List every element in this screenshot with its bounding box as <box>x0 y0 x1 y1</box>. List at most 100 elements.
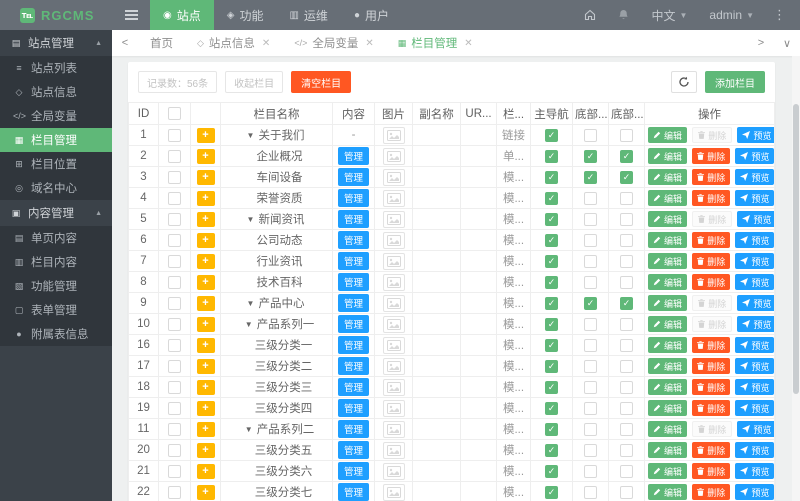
image-placeholder-icon[interactable] <box>382 420 405 438</box>
footer-nav-checkbox-2[interactable] <box>620 443 633 457</box>
sidebar-group-title[interactable]: ▣ 内容管理 ▲ <box>0 200 112 226</box>
preview-button[interactable]: 预览 <box>737 316 774 332</box>
add-child-button[interactable]: + <box>196 358 215 374</box>
tab[interactable]: ◇ 站点信息 ✕ <box>185 30 282 56</box>
manage-content-button[interactable]: 管理 <box>337 357 369 375</box>
row-checkbox[interactable] <box>168 296 181 310</box>
sidebar-item[interactable]: ▢ 表单管理 <box>0 298 112 322</box>
sidebar-item[interactable]: ▧ 功能管理 <box>0 274 112 298</box>
footer-nav-checkbox-2[interactable] <box>620 401 633 415</box>
language-switcher[interactable]: 中文 ▼ <box>640 0 698 30</box>
main-nav-checkbox[interactable] <box>545 212 558 226</box>
clear-columns-button[interactable]: 清空栏目 <box>291 71 352 93</box>
manage-content-button[interactable]: 管理 <box>337 210 369 228</box>
manage-content-button[interactable]: 管理 <box>337 294 369 312</box>
row-checkbox[interactable] <box>168 149 181 163</box>
row-checkbox[interactable] <box>168 317 181 331</box>
footer-nav-checkbox-2[interactable] <box>620 359 633 373</box>
tab-close-icon[interactable]: ✕ <box>464 38 472 49</box>
image-placeholder-icon[interactable] <box>382 336 405 354</box>
main-nav-checkbox[interactable] <box>545 317 558 331</box>
image-placeholder-icon[interactable] <box>382 399 405 417</box>
main-nav-checkbox[interactable] <box>545 485 558 499</box>
image-placeholder-icon[interactable] <box>382 168 405 186</box>
delete-button[interactable]: 删除 <box>692 484 731 500</box>
manage-content-button[interactable]: 管理 <box>337 483 369 501</box>
row-checkbox[interactable] <box>168 212 181 226</box>
select-all-checkbox[interactable] <box>168 107 181 120</box>
tabs-scroll-left-icon[interactable]: < <box>112 30 138 56</box>
add-child-button[interactable]: + <box>196 127 215 143</box>
add-child-button[interactable]: + <box>196 379 215 395</box>
image-placeholder-icon[interactable] <box>382 441 405 459</box>
delete-button[interactable]: 删除 <box>692 148 731 164</box>
sidebar-item[interactable]: ▦ 栏目管理 <box>0 128 112 152</box>
manage-content-button[interactable]: 管理 <box>337 336 369 354</box>
main-nav-checkbox[interactable] <box>545 296 558 310</box>
edit-button[interactable]: 编辑 <box>648 127 688 143</box>
image-placeholder-icon[interactable] <box>382 147 405 165</box>
main-nav-checkbox[interactable] <box>545 170 558 184</box>
row-checkbox[interactable] <box>168 359 181 373</box>
sidebar-group-title[interactable]: ▤ 站点管理 ▲ <box>0 30 112 56</box>
image-placeholder-icon[interactable] <box>382 231 405 249</box>
main-nav-checkbox[interactable] <box>545 338 558 352</box>
preview-button[interactable]: 预览 <box>735 190 774 206</box>
more-options-icon[interactable]: ⋮ <box>765 7 794 23</box>
row-checkbox[interactable] <box>168 128 181 142</box>
footer-nav-checkbox-1[interactable] <box>584 191 597 205</box>
edit-button[interactable]: 编辑 <box>648 148 688 164</box>
manage-content-button[interactable]: 管理 <box>337 189 369 207</box>
edit-button[interactable]: 编辑 <box>648 295 688 311</box>
main-nav-checkbox[interactable] <box>545 149 558 163</box>
image-placeholder-icon[interactable] <box>382 462 405 480</box>
add-child-button[interactable]: + <box>196 316 215 332</box>
footer-nav-checkbox-1[interactable] <box>584 128 597 142</box>
main-nav-checkbox[interactable] <box>545 191 558 205</box>
notification-bell-icon[interactable] <box>607 0 640 30</box>
row-checkbox[interactable] <box>168 254 181 268</box>
footer-nav-checkbox-2[interactable] <box>620 128 633 142</box>
manage-content-button[interactable]: 管理 <box>337 441 369 459</box>
collapse-columns-button[interactable]: 收起栏目 <box>225 71 284 93</box>
row-checkbox[interactable] <box>168 233 181 247</box>
preview-button[interactable]: 预览 <box>737 295 774 311</box>
add-child-button[interactable]: + <box>196 190 215 206</box>
manage-content-button[interactable]: 管理 <box>337 252 369 270</box>
sidebar-item[interactable]: ◇ 站点信息 <box>0 80 112 104</box>
footer-nav-checkbox-1[interactable] <box>584 422 597 436</box>
sidebar-item[interactable]: ≡ 站点列表 <box>0 56 112 80</box>
image-placeholder-icon[interactable] <box>382 357 405 375</box>
preview-button[interactable]: 预览 <box>735 379 774 395</box>
image-placeholder-icon[interactable] <box>382 273 405 291</box>
row-checkbox[interactable] <box>168 338 181 352</box>
edit-button[interactable]: 编辑 <box>648 232 688 248</box>
delete-button[interactable]: 删除 <box>692 190 731 206</box>
row-checkbox[interactable] <box>168 380 181 394</box>
edit-button[interactable]: 编辑 <box>648 274 688 290</box>
main-nav-checkbox[interactable] <box>545 275 558 289</box>
footer-nav-checkbox-1[interactable] <box>584 275 597 289</box>
preview-button[interactable]: 预览 <box>735 484 774 500</box>
tab-close-icon[interactable]: ✕ <box>365 38 373 49</box>
manage-content-button[interactable]: 管理 <box>337 168 369 186</box>
image-placeholder-icon[interactable] <box>382 294 405 312</box>
add-child-button[interactable]: + <box>196 295 215 311</box>
main-nav-checkbox[interactable] <box>545 380 558 394</box>
collapse-caret-icon[interactable]: ▼ <box>245 320 253 329</box>
footer-nav-checkbox-2[interactable] <box>620 485 633 499</box>
preview-button[interactable]: 预览 <box>735 169 774 185</box>
footer-nav-checkbox-1[interactable] <box>584 149 597 163</box>
footer-nav-checkbox-1[interactable] <box>584 296 597 310</box>
footer-nav-checkbox-2[interactable] <box>620 170 633 184</box>
sidebar-item[interactable]: ◎ 域名中心 <box>0 176 112 200</box>
preview-button[interactable]: 预览 <box>735 442 774 458</box>
row-checkbox[interactable] <box>168 485 181 499</box>
footer-nav-checkbox-2[interactable] <box>620 212 633 226</box>
sidebar-item[interactable]: </> 全局变量 <box>0 104 112 128</box>
tab[interactable]: 首页 ✕ <box>138 30 185 56</box>
add-child-button[interactable]: + <box>196 232 215 248</box>
user-menu[interactable]: admin ▼ <box>698 0 765 30</box>
edit-button[interactable]: 编辑 <box>648 190 688 206</box>
preview-button[interactable]: 预览 <box>735 400 774 416</box>
